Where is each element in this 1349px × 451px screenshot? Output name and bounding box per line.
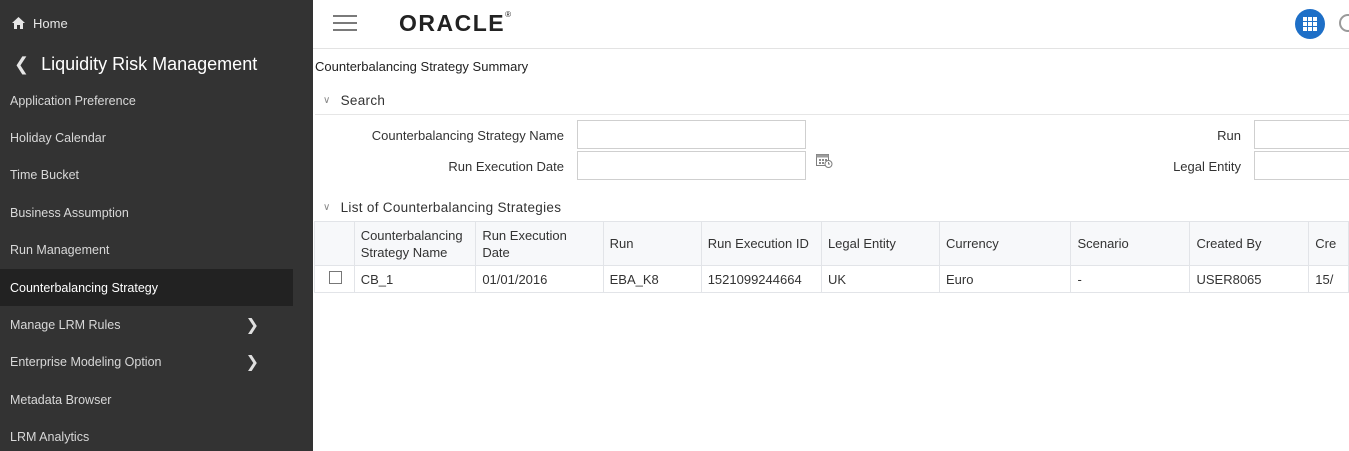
- divider: [315, 114, 1349, 115]
- sidebar-item-run-management[interactable]: Run Management: [0, 232, 293, 269]
- table-header-row: Counterbalancing Strategy Name Run Execu…: [314, 221, 1349, 266]
- sidebar-item-holiday-calendar[interactable]: Holiday Calendar: [0, 119, 293, 156]
- page-title: Counterbalancing Strategy Summary: [315, 59, 529, 74]
- sidebar-item-label: Enterprise Modeling Option: [10, 355, 162, 370]
- sidebar-item-counterbalancing-strategy[interactable]: Counterbalancing Strategy: [0, 268, 293, 307]
- strategies-table: Counterbalancing Strategy Name Run Execu…: [314, 221, 1349, 293]
- table-row[interactable]: CB_1 01/01/2016 EBA_K8 1521099244664 UK …: [314, 265, 1349, 293]
- home-link[interactable]: Home: [0, 0, 313, 46]
- module-header[interactable]: ❮ Liquidity Risk Management: [0, 46, 313, 82]
- search-section-label: Search: [340, 93, 386, 108]
- column-header[interactable]: Run Execution ID: [700, 221, 822, 266]
- table-cell: EBA_K8: [602, 265, 702, 293]
- table-cell: UK: [820, 265, 941, 293]
- top-header: ORACLE®: [313, 0, 1349, 49]
- chevron-right-icon: ❯: [245, 354, 259, 372]
- sidebar-item-label: Counterbalancing Strategy: [10, 280, 159, 295]
- sidebar-item-business-assumption[interactable]: Business Assumption: [0, 194, 293, 231]
- column-header[interactable]: Legal Entity: [820, 221, 941, 266]
- home-icon: [12, 17, 25, 29]
- hamburger-menu-icon[interactable]: [333, 15, 357, 31]
- home-label: Home: [33, 15, 68, 31]
- select-column-header: [314, 221, 355, 266]
- sidebar-item-label: Metadata Browser: [10, 392, 112, 407]
- sidebar-item-label: Application Preference: [10, 93, 136, 108]
- table-cell: Euro: [939, 265, 1072, 293]
- strategy-name-input[interactable]: [577, 120, 806, 149]
- sidebar-item-label: Time Bucket: [10, 168, 80, 183]
- sidebar-item-lrm-analytics[interactable]: LRM Analytics: [0, 419, 293, 451]
- main-content: Counterbalancing Strategy Summary ∨ Sear…: [313, 49, 1349, 451]
- chevron-right-icon: ❯: [245, 317, 259, 335]
- apps-grid-button[interactable]: [1295, 9, 1325, 39]
- column-header[interactable]: Run: [602, 221, 702, 266]
- column-header[interactable]: Counterbalancing Strategy Name: [353, 221, 477, 266]
- run-label: Run: [1217, 128, 1241, 143]
- run-execution-date-label: Run Execution Date: [448, 159, 564, 174]
- calendar-icon[interactable]: [816, 153, 833, 168]
- table-cell: 15/: [1308, 265, 1349, 293]
- table-cell: CB_1: [353, 265, 477, 293]
- row-select-cell: [314, 265, 355, 293]
- sidebar: Home ❮ Liquidity Risk Management Applica…: [0, 0, 313, 451]
- run-input[interactable]: [1254, 120, 1349, 149]
- legal-entity-input[interactable]: [1254, 151, 1349, 180]
- column-header[interactable]: Created By: [1189, 221, 1310, 266]
- column-header[interactable]: Scenario: [1070, 221, 1191, 266]
- sidebar-item-manage-lrm-rules[interactable]: Manage LRM Rules ❯: [0, 306, 293, 343]
- module-title: Liquidity Risk Management: [41, 53, 258, 74]
- sidebar-nav: Application Preference Holiday Calendar …: [0, 82, 313, 451]
- sidebar-item-label: Business Assumption: [10, 205, 129, 220]
- grid-icon: [1303, 17, 1317, 31]
- sidebar-item-time-bucket[interactable]: Time Bucket: [0, 157, 293, 194]
- list-section-label: List of Counterbalancing Strategies: [340, 200, 562, 215]
- table-cell: USER8065: [1189, 265, 1310, 293]
- list-section-header[interactable]: ∨ List of Counterbalancing Strategies: [323, 200, 561, 215]
- sidebar-item-label: Manage LRM Rules: [10, 318, 121, 333]
- user-menu-icon[interactable]: [1339, 14, 1349, 32]
- sidebar-item-label: Run Management: [10, 243, 110, 258]
- run-execution-date-input[interactable]: [577, 151, 806, 180]
- sidebar-item-enterprise-modeling-option[interactable]: Enterprise Modeling Option ❯: [0, 344, 293, 381]
- chevron-down-icon[interactable]: ∨: [323, 95, 331, 106]
- column-header[interactable]: Currency: [939, 221, 1072, 266]
- strategy-name-label: Counterbalancing Strategy Name: [371, 128, 564, 143]
- table-cell: 1521099244664: [700, 265, 822, 293]
- sidebar-item-label: Holiday Calendar: [10, 131, 106, 146]
- chevron-left-icon[interactable]: ❮: [14, 54, 29, 75]
- sidebar-item-application-preference[interactable]: Application Preference: [0, 82, 293, 119]
- row-checkbox[interactable]: [329, 271, 342, 284]
- column-header[interactable]: Run Execution Date: [475, 221, 604, 266]
- table-cell: 01/01/2016: [475, 265, 604, 293]
- legal-entity-label: Legal Entity: [1173, 159, 1241, 174]
- table-cell: -: [1070, 265, 1191, 293]
- sidebar-item-label: LRM Analytics: [10, 430, 90, 445]
- oracle-logo: ORACLE®: [399, 10, 512, 36]
- search-section-header[interactable]: ∨ Search: [323, 93, 385, 108]
- column-header[interactable]: Cre: [1308, 221, 1349, 266]
- chevron-down-icon[interactable]: ∨: [323, 202, 331, 213]
- sidebar-item-metadata-browser[interactable]: Metadata Browser: [0, 381, 293, 418]
